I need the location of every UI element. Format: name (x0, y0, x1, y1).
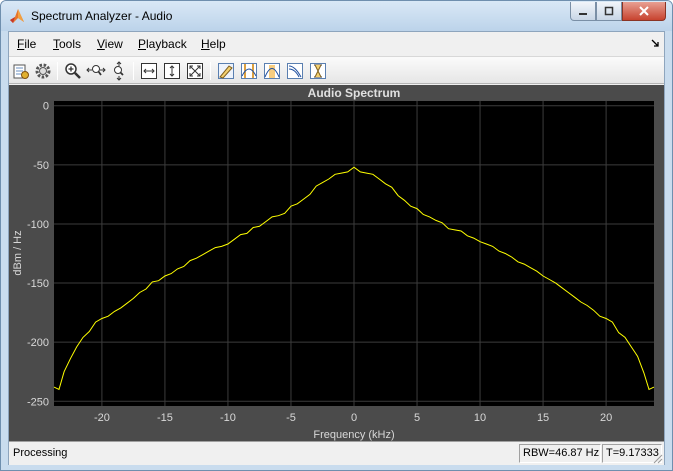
window-title: Spectrum Analyzer - Audio (31, 9, 173, 23)
toolbar-separator (210, 62, 211, 80)
style-button[interactable] (33, 61, 53, 81)
menu-bar: File Tools View Playback Help (9, 32, 664, 56)
zoom-x-icon (86, 65, 106, 76)
chart-title: Audio Spectrum (308, 86, 401, 100)
dock-arrow-icon[interactable] (650, 38, 660, 48)
x-tick-label: -15 (157, 412, 173, 424)
x-tick-label: 15 (537, 412, 549, 424)
cursor-measurements-button[interactable] (239, 61, 259, 81)
ccdf-icon (310, 63, 326, 79)
rbw-readout: RBW=46.87 Hz (519, 444, 601, 463)
zoom-y-icon (114, 61, 124, 81)
maximize-icon (604, 6, 614, 16)
y-tick-label: -50 (33, 160, 49, 172)
zoom-in-button[interactable] (63, 61, 83, 81)
menu-tools[interactable]: Tools (53, 37, 81, 51)
x-axis-label: Frequency (kHz) (313, 429, 394, 441)
y-tick-label: -250 (27, 396, 49, 408)
peak-finder-button[interactable] (216, 61, 236, 81)
x-tick-label: -20 (94, 412, 110, 424)
distortion-measurements-button[interactable] (285, 61, 305, 81)
y-tick-label: -150 (27, 278, 49, 290)
ccdf-measurements-button[interactable] (308, 61, 328, 81)
y-tick-label: -200 (27, 337, 49, 349)
close-button[interactable] (622, 2, 666, 21)
window-controls (570, 2, 666, 22)
x-tick-label: 20 (600, 412, 612, 424)
toolbar-separator (57, 62, 58, 80)
x-tick-label: 0 (351, 412, 357, 424)
minimize-button[interactable] (570, 2, 596, 21)
y-tick-label: 0 (43, 101, 49, 113)
gear-icon (35, 63, 51, 79)
cursor-measurements-icon (241, 63, 257, 79)
matlab-icon (10, 9, 24, 23)
scale-xy-axes-button[interactable] (185, 61, 205, 81)
channel-measurements-button[interactable] (262, 61, 282, 81)
toolbar-separator (133, 62, 134, 80)
status-text: Processing (13, 447, 68, 459)
x-tick-label: -5 (286, 412, 296, 424)
zoom-in-icon (65, 63, 81, 79)
zoom-x-button[interactable] (86, 61, 106, 81)
title-bar[interactable]: Spectrum Analyzer - Audio (1, 1, 672, 31)
scale-xy-icon (187, 63, 203, 79)
menu-view[interactable]: View (97, 37, 123, 51)
resize-grip-icon[interactable] (652, 453, 663, 464)
menu-help[interactable]: Help (201, 37, 226, 51)
scale-y-axis-button[interactable] (162, 61, 182, 81)
maximize-button[interactable] (596, 2, 622, 21)
scale-x-axis-button[interactable] (139, 61, 159, 81)
x-tick-label: 5 (414, 412, 420, 424)
distortion-icon (287, 63, 303, 79)
zoom-y-button[interactable] (109, 61, 129, 81)
spectrum-plot[interactable]: -20 -15 -10 -5 0 5 10 15 200-50-100-150-200-250 … (9, 85, 664, 441)
x-tick-label: -10 (220, 412, 236, 424)
close-icon (639, 6, 649, 16)
scale-y-icon (164, 63, 180, 79)
spectrum-analyzer-window: Spectrum Analyzer - Audio File Tools Vie… (0, 0, 673, 471)
scale-x-icon (141, 63, 157, 79)
status-bar: Processing RBW=46.87 Hz T=9.17333 (9, 441, 664, 465)
plot-panel: -20 -15 -10 -5 0 5 10 15 20 0 -50 -100 -150 -200 -250 … (9, 85, 664, 441)
channel-measurements-icon (264, 63, 280, 79)
menu-playback[interactable]: Playback (138, 37, 187, 51)
y-tick-label: -100 (27, 219, 49, 231)
spectrum-settings-button[interactable] (11, 61, 31, 81)
minimize-icon (579, 13, 587, 15)
peak-finder-icon (218, 63, 234, 79)
y-axis-label: dBm / Hz (12, 230, 24, 275)
settings-tool-icon (13, 64, 29, 79)
toolbar (9, 56, 664, 84)
menu-file[interactable]: File (17, 37, 36, 51)
x-tick-label: 10 (474, 412, 486, 424)
client-area: File Tools View Playback Help -20 -15 -1… (8, 31, 665, 465)
